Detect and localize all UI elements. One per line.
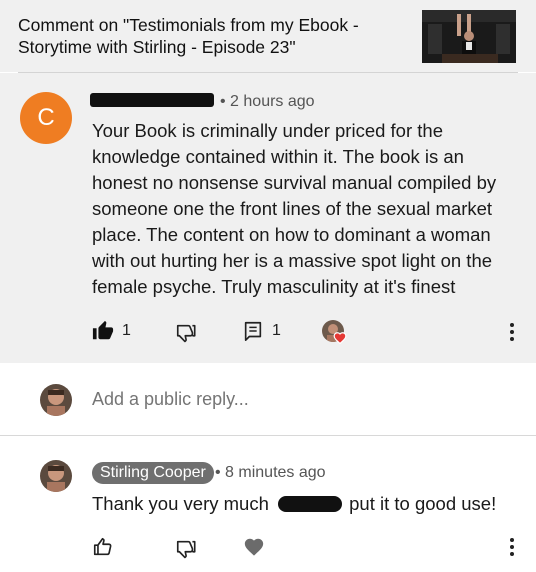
comment-more-menu[interactable] bbox=[506, 321, 518, 343]
like-button[interactable] bbox=[92, 536, 114, 558]
comment-text: Your Book is criminally under priced for… bbox=[92, 120, 497, 297]
more-vert-icon bbox=[510, 538, 514, 556]
dislike-button[interactable] bbox=[175, 322, 197, 344]
thumbs-down-icon bbox=[175, 322, 197, 344]
author-badge[interactable]: Stirling Cooper bbox=[92, 462, 214, 484]
heart-icon bbox=[243, 536, 265, 558]
header-title-line-2: Storytime with Stirling - Episode 23" bbox=[18, 37, 296, 57]
reply-more-menu[interactable] bbox=[506, 536, 518, 558]
reply-timestamp: 8 minutes ago bbox=[225, 464, 326, 481]
reply-card: Stirling Cooper • 8 minutes ago Thank yo… bbox=[0, 436, 536, 572]
thumbs-up-outline-icon bbox=[92, 536, 114, 558]
reply-text-start: Thank you very much bbox=[92, 493, 269, 514]
reply-input-row bbox=[0, 363, 536, 435]
reply-count: 1 bbox=[272, 322, 281, 339]
heart-button[interactable] bbox=[243, 536, 265, 558]
thumbs-down-icon bbox=[175, 538, 197, 560]
avatar[interactable]: C bbox=[20, 92, 72, 144]
thumbs-up-filled-icon bbox=[92, 320, 114, 342]
add-reply-input[interactable] bbox=[92, 389, 492, 410]
reply-meta: • 8 minutes ago bbox=[215, 464, 326, 482]
redacted-name bbox=[278, 496, 342, 512]
comment-card: C • 2 hours ago Your Book is criminally … bbox=[0, 73, 536, 363]
dislike-button[interactable] bbox=[175, 538, 197, 560]
video-thumbnail[interactable] bbox=[422, 10, 516, 63]
reply-count-button[interactable]: 1 bbox=[242, 320, 281, 342]
meta-separator: • bbox=[220, 93, 231, 110]
avatar[interactable] bbox=[40, 460, 72, 492]
more-vert-icon bbox=[510, 323, 514, 341]
reply-comment-icon bbox=[242, 320, 264, 342]
like-button[interactable]: 1 bbox=[92, 320, 131, 342]
meta-separator: • bbox=[215, 464, 226, 481]
like-count: 1 bbox=[122, 322, 131, 339]
header-title[interactable]: Comment on "Testimonials from my Ebook -… bbox=[18, 14, 398, 58]
comment-meta: • 2 hours ago bbox=[220, 93, 315, 111]
user-avatar bbox=[40, 384, 72, 416]
reply-text: Thank you very much put it to good use! bbox=[92, 492, 496, 516]
comment-header: Comment on "Testimonials from my Ebook -… bbox=[0, 0, 536, 72]
reply-text-end: put it to good use! bbox=[349, 493, 497, 514]
comment-timestamp: 2 hours ago bbox=[230, 93, 315, 110]
header-title-line-1: Comment on "Testimonials from my Ebook - bbox=[18, 15, 359, 35]
creator-heart-icon bbox=[333, 331, 347, 345]
redacted-username bbox=[90, 93, 214, 107]
